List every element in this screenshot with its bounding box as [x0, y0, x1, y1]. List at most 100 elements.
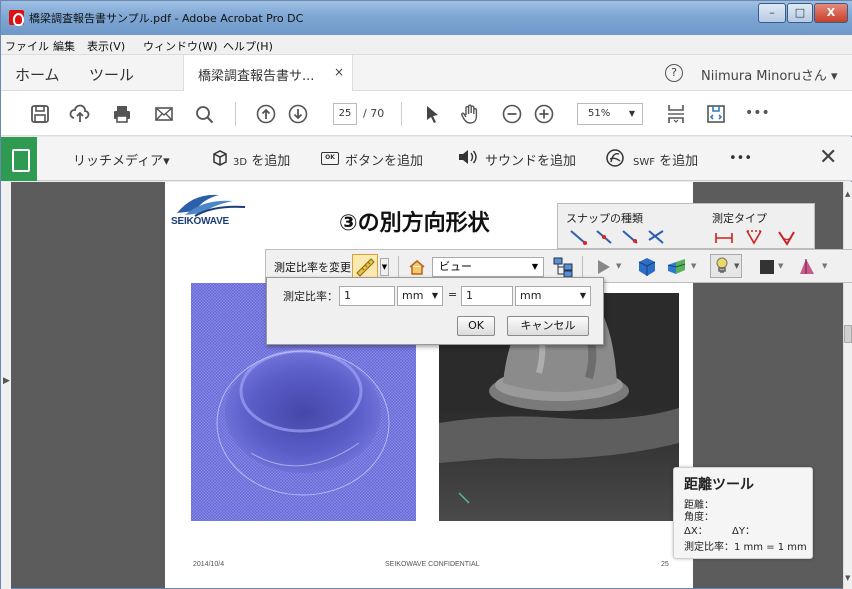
chevron-down-icon: ▼ — [531, 262, 538, 271]
slide-title: ③の別方向形状 — [339, 211, 490, 236]
projection-cube-icon[interactable] — [636, 256, 658, 278]
close-window-button[interactable]: X — [814, 3, 848, 23]
render-mode-icon[interactable] — [666, 256, 690, 278]
play-animation-icon[interactable] — [594, 258, 614, 276]
close-toolbar-icon[interactable]: ✕ — [819, 145, 837, 170]
page-fit-icon[interactable] — [665, 103, 687, 125]
cross-section-icon[interactable] — [796, 256, 818, 278]
page-down-icon[interactable] — [287, 103, 309, 125]
rich-media-label: リッチメディア — [73, 154, 164, 169]
acrobat-logo-icon — [9, 10, 24, 26]
scale-left-value-input[interactable]: 1 — [339, 286, 395, 306]
toolbar-divider — [235, 102, 236, 126]
chevron-down-icon: ▼ — [628, 109, 635, 118]
zoom-value: 51% — [588, 108, 611, 119]
tab-tools[interactable]: ツール — [89, 64, 134, 85]
snap-silhouette-icon[interactable] — [646, 228, 666, 246]
measure-tool-button[interactable] — [352, 254, 378, 278]
expand-left-pane-icon[interactable]: ▶ — [3, 376, 10, 386]
scale-right-unit-select[interactable]: mm ▼ — [515, 286, 591, 306]
menu-view[interactable]: 表示(V) — [87, 38, 125, 54]
main-toolbar: 25 / 70 51% ▼ ••• — [1, 91, 852, 136]
menu-bar: ファイル 編集 表示(V) ウィンドウ(W) ヘルプ(H) — [1, 35, 852, 55]
help-icon[interactable]: ? — [665, 64, 683, 82]
snap-endpoint-icon[interactable] — [568, 228, 588, 246]
model-tree-icon[interactable] — [552, 256, 574, 278]
zoom-select[interactable]: 51% ▼ — [577, 103, 643, 125]
more-tools-icon[interactable]: ••• — [745, 105, 770, 121]
save-icon[interactable] — [29, 103, 51, 125]
measure-distance-icon[interactable] — [714, 228, 734, 246]
tab-close-icon[interactable]: × — [334, 65, 344, 79]
background-color-icon[interactable] — [760, 260, 774, 274]
chevron-down-icon[interactable]: ▼ — [691, 262, 696, 270]
scale-left-unit-value: mm — [402, 289, 424, 302]
scroll-down-icon[interactable]: ▼ — [845, 574, 850, 582]
chevron-down-icon[interactable]: ▼ — [778, 262, 783, 270]
hand-icon[interactable] — [459, 103, 481, 125]
more-media-icon[interactable]: ••• — [729, 151, 752, 166]
measure-angle-icon[interactable] — [776, 228, 796, 246]
scroll-up-icon[interactable]: ▲ — [845, 190, 850, 198]
add-3d-button[interactable]: 3D を追加 — [233, 150, 290, 169]
menu-file[interactable]: ファイル — [5, 38, 49, 54]
measurement-scale-dialog: 測定比率： 1 mm ▼ = 1 mm ▼ OK キャンセル — [266, 277, 604, 345]
view-select[interactable]: ビュー ▼ — [432, 257, 544, 277]
menu-help[interactable]: ヘルプ(H) — [223, 38, 273, 54]
delta-x-readout: ΔX： — [684, 526, 708, 537]
scale-left-unit-select[interactable]: mm ▼ — [397, 286, 443, 306]
tab-document-label: 橋梁調査報告書サ... — [198, 69, 315, 84]
add-swf-button[interactable]: SWF を追加 — [633, 150, 698, 169]
rich-media-menu[interactable]: リッチメディア▾ — [73, 150, 170, 169]
home-view-icon[interactable] — [408, 258, 426, 276]
swf-icon — [606, 149, 624, 167]
snap-arc-icon[interactable] — [620, 228, 640, 246]
delta-y-readout: ΔY： — [732, 526, 755, 537]
add-sound-button[interactable]: サウンドを追加 — [485, 150, 576, 169]
change-scale-label: 測定比率を変更 — [274, 261, 351, 274]
scale-right-unit-value: mm — [520, 289, 542, 302]
rich-media-icon[interactable] — [1, 137, 37, 181]
lighting-button[interactable]: ▼ — [710, 254, 742, 278]
vertical-scrollbar[interactable]: ▲ ▼ — [843, 182, 852, 589]
ruler-icon — [356, 258, 375, 277]
search-icon[interactable] — [193, 103, 215, 125]
ok-button[interactable]: OK — [457, 316, 495, 336]
zoom-out-icon[interactable] — [501, 103, 523, 125]
divider — [398, 256, 399, 278]
maximize-button[interactable]: □ — [787, 3, 813, 23]
page-number-input[interactable]: 25 — [333, 103, 357, 125]
tab-document[interactable]: 橋梁調査報告書サ... × — [183, 55, 353, 91]
page-up-icon[interactable] — [255, 103, 277, 125]
add-3d-label: を追加 — [251, 154, 291, 169]
cancel-button[interactable]: キャンセル — [507, 316, 589, 336]
measure-snap-panel: スナップの種類 測定タイプ — [557, 203, 815, 249]
cursor-icon[interactable] — [421, 103, 443, 125]
zoom-in-icon[interactable] — [533, 103, 555, 125]
print-icon[interactable] — [111, 103, 133, 125]
snap-edge-icon[interactable] — [594, 228, 614, 246]
add-button-button[interactable]: ボタンを追加 — [345, 150, 423, 169]
upload-icon[interactable] — [69, 103, 91, 125]
tab-home[interactable]: ホーム — [15, 64, 60, 85]
footer-date: 2014/10/4 — [193, 561, 225, 568]
menu-edit[interactable]: 編集 — [53, 38, 75, 54]
scale-ratio-label: 測定比率： — [283, 290, 338, 303]
ok-button-icon: OK — [321, 152, 339, 165]
chevron-down-icon[interactable]: ▼ — [822, 262, 827, 270]
lighting-icon — [716, 257, 728, 273]
minimize-button[interactable]: – — [758, 3, 786, 23]
scrollbar-thumb[interactable] — [844, 325, 852, 343]
user-account-menu[interactable]: Niimura Minoruさん ▾ — [701, 65, 838, 84]
mail-icon[interactable] — [153, 103, 175, 125]
scroll-mode-icon[interactable] — [705, 103, 727, 125]
chevron-down-icon: ▼ — [579, 291, 586, 300]
measure-perpendicular-icon[interactable] — [744, 228, 764, 246]
toolbar-divider — [401, 102, 402, 126]
measure-tool-dropdown-icon[interactable]: ▼ — [380, 258, 389, 276]
menu-window[interactable]: ウィンドウ(W) — [143, 38, 217, 54]
chevron-down-icon: ▼ — [734, 262, 740, 270]
scale-right-value-input[interactable]: 1 — [461, 286, 513, 306]
chevron-down-icon[interactable]: ▼ — [616, 262, 621, 270]
window-title: 橋梁調査報告書サンプル.pdf - Adobe Acrobat Pro DC — [29, 12, 304, 25]
